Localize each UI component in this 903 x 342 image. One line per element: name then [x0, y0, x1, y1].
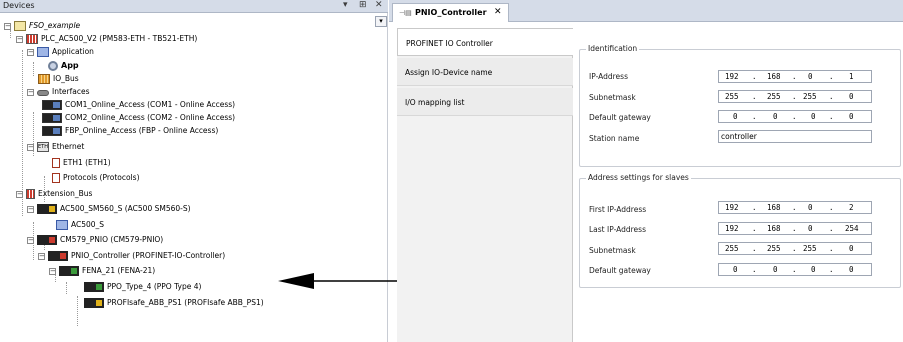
- devices-panel-header: Devices ▾ ⊞ ✕: [0, 0, 388, 13]
- collapse-icon[interactable]: −: [38, 252, 45, 260]
- tree-node[interactable]: − AC500_SM560_S (AC500 SM560-S): [27, 203, 191, 215]
- tree-node[interactable]: IO_Bus: [38, 73, 79, 85]
- device-icon: ⊣▤: [399, 9, 412, 17]
- interfaces-icon: [37, 90, 49, 96]
- tree-node[interactable]: Protocols (Protocols): [52, 172, 140, 184]
- tree-node[interactable]: − ETH Ethernet: [27, 141, 84, 153]
- tree-node[interactable]: FBP_Online_Access (FBP - Online Access): [42, 125, 218, 137]
- collapse-icon[interactable]: −: [27, 143, 34, 151]
- application-icon: [56, 220, 68, 230]
- pin-icon[interactable]: ⊞: [359, 0, 367, 10]
- tree-node[interactable]: − Application: [27, 46, 94, 58]
- tree-node[interactable]: AC500_S: [56, 219, 104, 231]
- subnetmask-label: Subnetmask: [589, 93, 636, 102]
- collapse-icon[interactable]: −: [27, 236, 34, 244]
- subnetmask-field[interactable]: 255 . 255 . 255 . 0: [718, 90, 872, 103]
- ip-address-field[interactable]: 192 . 168 . 0 . 1: [718, 70, 872, 83]
- default-gateway-label: Default gateway: [589, 113, 651, 122]
- station-name-field[interactable]: controller: [718, 130, 872, 143]
- collapse-icon[interactable]: −: [27, 48, 34, 56]
- module-icon: [84, 282, 104, 292]
- slot-icon: [52, 173, 60, 183]
- collapse-icon[interactable]: −: [4, 22, 11, 30]
- slave-gateway-field[interactable]: 0 . 0 . 0 . 0: [718, 263, 872, 276]
- com-port-icon: [42, 100, 62, 110]
- module-icon: [59, 266, 79, 276]
- collapse-icon[interactable]: −: [16, 190, 23, 198]
- gear-icon: [48, 61, 58, 71]
- slave-subnetmask-label: Subnetmask: [589, 246, 636, 255]
- tab-pnio-controller[interactable]: ⊣▤ PNIO_Controller ✕: [392, 3, 509, 22]
- extension-bus-icon: [26, 189, 35, 199]
- com-port-icon: [42, 126, 62, 136]
- tree-node[interactable]: − FSO_example: [4, 20, 80, 32]
- last-ip-field[interactable]: 192 . 168 . 0 . 254: [718, 222, 872, 235]
- last-ip-label: Last IP-Address: [589, 225, 646, 234]
- editor-content: Identification IP-Address 192 . 168 . 0 …: [574, 28, 903, 342]
- tree-node[interactable]: − FENA_21 (FENA-21): [49, 265, 155, 277]
- ip-address-label: IP-Address: [589, 72, 628, 81]
- tree-node[interactable]: COM2_Online_Access (COM2 - Online Access…: [42, 112, 235, 124]
- close-icon[interactable]: ✕: [494, 7, 502, 17]
- io-bus-icon: [38, 74, 50, 84]
- slave-address-title: Address settings for slaves: [586, 173, 691, 182]
- collapse-icon[interactable]: −: [16, 35, 23, 43]
- devices-panel-title: Devices: [3, 1, 35, 10]
- tree-dropdown-icon[interactable]: ▾: [375, 16, 387, 27]
- default-gateway-field[interactable]: 0 . 0 . 0 . 0: [718, 110, 872, 123]
- module-icon: [37, 235, 57, 245]
- com-port-icon: [42, 113, 62, 123]
- tab-io-mapping-list[interactable]: I/O mapping list: [397, 88, 573, 116]
- first-ip-field[interactable]: 192 . 168 . 0 . 2: [718, 201, 872, 214]
- slave-gateway-label: Default gateway: [589, 266, 651, 275]
- identification-title: Identification: [586, 44, 640, 53]
- project-icon: [14, 21, 26, 31]
- close-icon[interactable]: ✕: [375, 0, 383, 10]
- ethernet-icon: ETH: [37, 142, 49, 152]
- slave-address-group: Address settings for slaves First IP-Add…: [579, 173, 901, 288]
- collapse-icon[interactable]: −: [27, 88, 34, 96]
- module-icon: [48, 251, 68, 261]
- identification-group: Identification IP-Address 192 . 168 . 0 …: [579, 44, 901, 167]
- tree-node[interactable]: − CM579_PNIO (CM579-PNIO): [27, 234, 163, 246]
- plc-icon: [26, 34, 38, 44]
- tab-profinet-io-controller[interactable]: PROFINET IO Controller: [397, 28, 573, 56]
- slot-icon: [52, 158, 60, 168]
- tree-node[interactable]: − PLC_AC500_V2 (PM583-ETH - TB521-ETH): [16, 33, 197, 45]
- editor-tab-strip: ⊣▤ PNIO_Controller ✕: [389, 0, 903, 22]
- tree-node[interactable]: PPO_Type_4 (PPO Type 4): [84, 281, 201, 293]
- application-icon: [37, 47, 49, 57]
- tree-node[interactable]: − PNIO_Controller (PROFINET-IO-Controller…: [38, 250, 225, 262]
- collapse-icon[interactable]: −: [49, 267, 56, 275]
- tree-node[interactable]: − Interfaces: [27, 86, 90, 98]
- station-name-label: Station name: [589, 134, 640, 143]
- first-ip-label: First IP-Address: [589, 205, 647, 214]
- module-icon: [37, 204, 57, 214]
- panel-menu-icon[interactable]: ▾: [343, 0, 348, 10]
- tree-node[interactable]: App: [48, 60, 79, 72]
- tree-node[interactable]: PROFIsafe_ABB_PS1 (PROFIsafe ABB_PS1): [84, 297, 264, 309]
- module-icon: [84, 298, 104, 308]
- collapse-icon[interactable]: −: [27, 205, 34, 213]
- tree-node[interactable]: COM1_Online_Access (COM1 - Online Access…: [42, 99, 235, 111]
- slave-subnetmask-field[interactable]: 255 . 255 . 255 . 0: [718, 242, 872, 255]
- editor-side-tabs: PROFINET IO Controller Assign IO-Device …: [397, 28, 573, 342]
- tree-node[interactable]: ETH1 (ETH1): [52, 157, 111, 169]
- tree-node[interactable]: − Extension_Bus: [16, 188, 92, 200]
- tab-assign-io-device-name[interactable]: Assign IO-Device name: [397, 58, 573, 86]
